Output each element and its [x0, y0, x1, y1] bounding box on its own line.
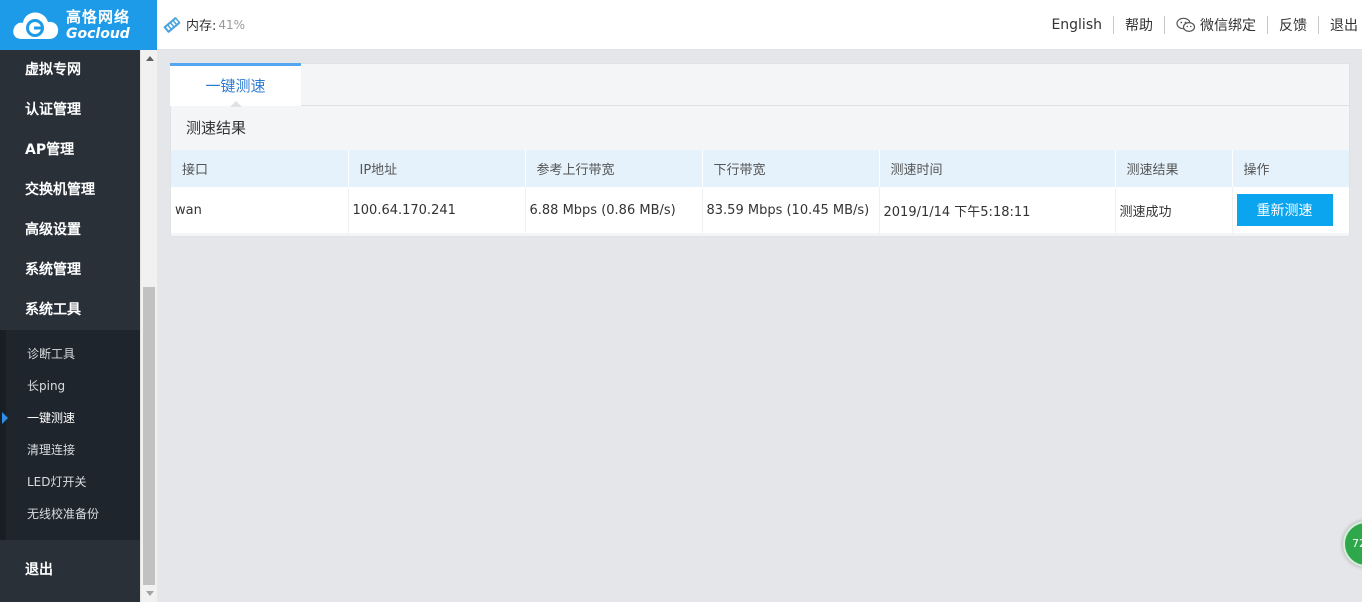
section-title: 测速结果 — [186, 119, 247, 137]
table-header-row: 接口 IP地址 参考上行带宽 下行带宽 测速时间 测速结果 操作 — [171, 150, 1349, 187]
floating-speed-badge[interactable]: 72 — [1343, 521, 1362, 567]
cell-time: 2019/1/14 下午5:18:11 — [879, 187, 1116, 233]
sidebar-subitem-speedtest[interactable]: 一键测速 — [2, 402, 140, 434]
sidebar-submenu-tools: 诊断工具 长ping 一键测速 清理连接 LED灯开关 无线校准备份 — [0, 330, 140, 540]
speedtest-panel: 一键测速 测速结果 接口 IP地址 参考上行带宽 下行带宽 测速时间 测速结果 … — [170, 63, 1350, 237]
help-link[interactable]: 帮助 — [1114, 16, 1165, 34]
cell-upload: 6.88 Mbps (0.86 MB/s) — [525, 187, 703, 233]
sidebar-item-exit[interactable]: 退出 — [0, 550, 140, 590]
help-label: 帮助 — [1125, 18, 1153, 34]
column-header-download: 下行带宽 — [702, 150, 880, 187]
sidebar-main-menu: 虚拟专网 认证管理 AP管理 交换机管理 高级设置 系统管理 系统工具 — [0, 50, 140, 330]
retest-button[interactable]: 重新测速 — [1236, 194, 1333, 226]
logout-link[interactable]: 退出 — [1319, 16, 1362, 34]
memory-label: 内存: — [186, 19, 217, 34]
language-link[interactable]: English — [1040, 16, 1114, 34]
tab-caret-icon — [230, 101, 242, 107]
column-header-ip: IP地址 — [348, 150, 526, 187]
sidebar-item-advanced[interactable]: 高级设置 — [0, 210, 140, 250]
sidebar-subitem-wireless-calibration-backup[interactable]: 无线校准备份 — [6, 498, 140, 530]
sidebar: 虚拟专网 认证管理 AP管理 交换机管理 高级设置 系统管理 系统工具 诊断工具… — [0, 50, 140, 602]
logout-label: 退出 — [1330, 18, 1358, 34]
sidebar-subitem-led-switch[interactable]: LED灯开关 — [6, 466, 140, 498]
cell-result: 测速成功 — [1115, 187, 1233, 233]
cloud-logo-icon — [13, 12, 59, 39]
cell-interface: wan — [171, 187, 349, 233]
column-header-upload: 参考上行带宽 — [525, 150, 703, 187]
tab-speedtest[interactable]: 一键测速 — [170, 63, 301, 107]
sidebar-subitem-diagnostics[interactable]: 诊断工具 — [6, 338, 140, 370]
brand-name-en: Gocloud — [66, 25, 130, 42]
speedtest-results-table: 接口 IP地址 参考上行带宽 下行带宽 测速时间 测速结果 操作 wan 100… — [171, 150, 1349, 233]
memory-indicator: 内存: 41% — [163, 15, 245, 34]
memory-chip-icon — [163, 16, 181, 33]
sidebar-item-switch[interactable]: 交换机管理 — [0, 170, 140, 210]
sidebar-subitem-long-ping[interactable]: 长ping — [6, 370, 140, 402]
sidebar-scrollbar[interactable] — [140, 50, 157, 602]
sidebar-item-auth[interactable]: 认证管理 — [0, 90, 140, 130]
brand-logo[interactable]: 高恪网络 Gocloud — [0, 0, 157, 50]
wechat-icon — [1176, 17, 1196, 33]
feedback-label: 反馈 — [1279, 18, 1307, 34]
wechat-bind-link[interactable]: 微信绑定 — [1165, 16, 1268, 34]
cell-action: 重新测速 — [1232, 187, 1349, 233]
cell-download: 83.59 Mbps (10.45 MB/s) — [702, 187, 880, 233]
column-header-time: 测速时间 — [879, 150, 1116, 187]
column-header-action: 操作 — [1232, 150, 1349, 187]
scrollbar-thumb[interactable] — [143, 287, 155, 585]
scroll-down-arrow-icon[interactable] — [141, 585, 158, 602]
sidebar-item-vpn[interactable]: 虚拟专网 — [0, 50, 140, 90]
tab-speedtest-label: 一键测速 — [205, 77, 266, 95]
sidebar-item-tools[interactable]: 系统工具 — [0, 290, 140, 330]
sidebar-item-ap[interactable]: AP管理 — [0, 130, 140, 170]
column-header-interface: 接口 — [171, 150, 349, 187]
brand-name-cn: 高恪网络 — [66, 7, 131, 26]
wechat-bind-label: 微信绑定 — [1200, 18, 1256, 34]
sidebar-item-system[interactable]: 系统管理 — [0, 250, 140, 290]
tab-bar: 一键测速 — [170, 63, 1349, 107]
scroll-up-arrow-icon[interactable] — [141, 50, 158, 67]
top-bar: 高恪网络 Gocloud 内存: 41% English 帮助 微信绑定 反馈 … — [0, 0, 1362, 50]
table-row: wan 100.64.170.241 6.88 Mbps (0.86 MB/s)… — [171, 187, 1349, 233]
sidebar-subitem-clear-connections[interactable]: 清理连接 — [6, 434, 140, 466]
cell-ip: 100.64.170.241 — [348, 187, 526, 233]
column-header-result: 测速结果 — [1115, 150, 1233, 187]
feedback-link[interactable]: 反馈 — [1268, 16, 1319, 34]
top-links: English 帮助 微信绑定 反馈 退出 — [1040, 16, 1362, 34]
memory-value: 41% — [218, 17, 246, 32]
language-label: English — [1051, 17, 1102, 33]
